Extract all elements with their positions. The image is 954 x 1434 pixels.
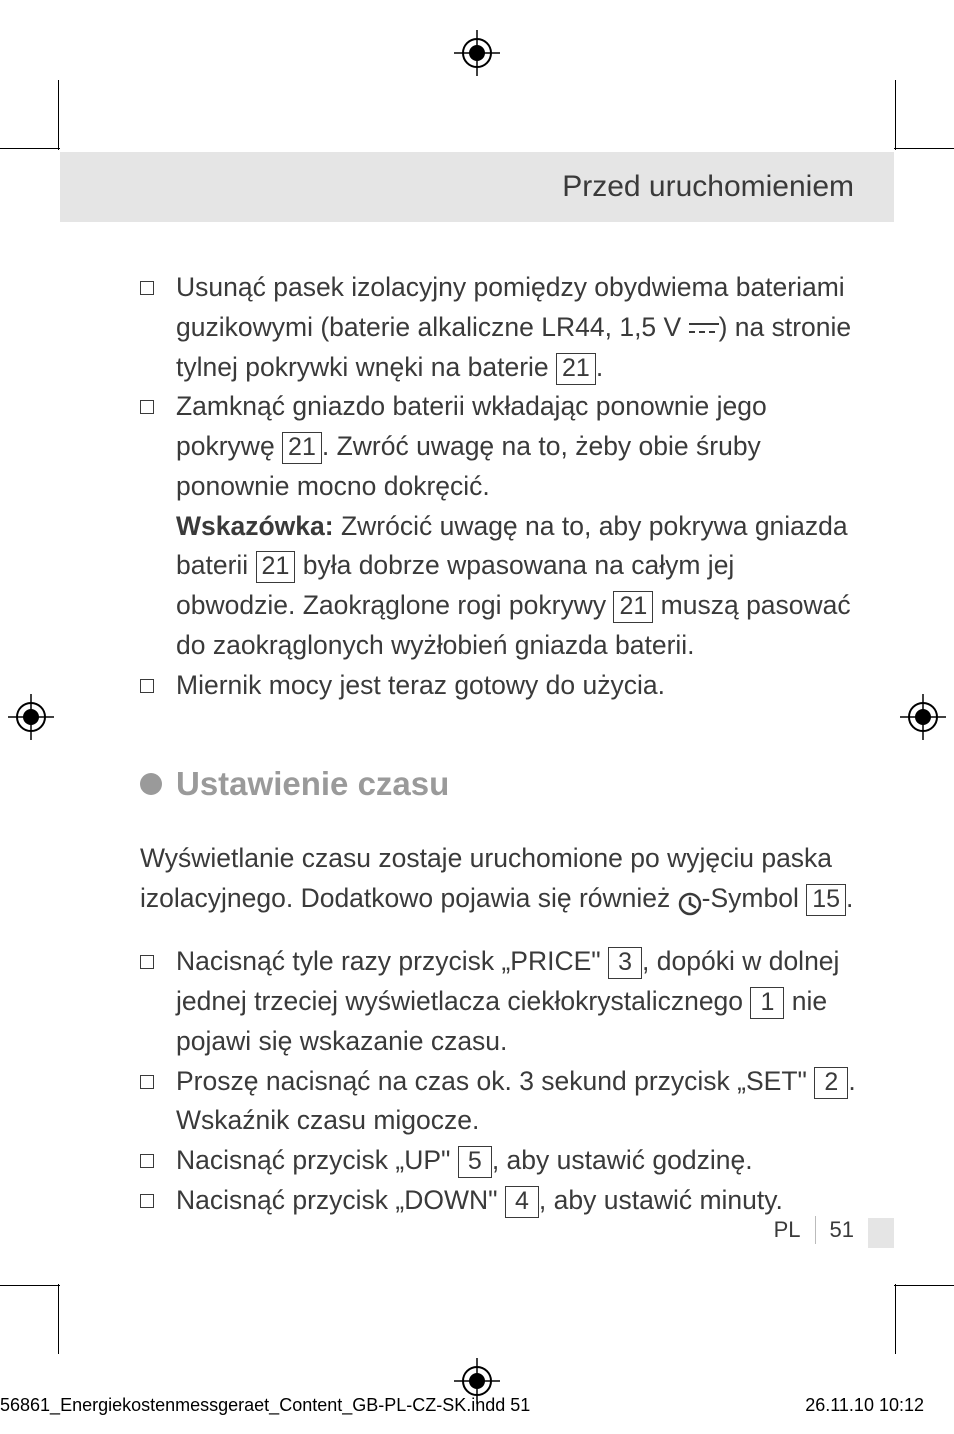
section-title: Ustawienie czasu — [176, 759, 449, 809]
section-heading: Ustawienie czasu — [140, 759, 860, 809]
ref-number: 15 — [806, 884, 846, 916]
ref-number: 2 — [814, 1067, 848, 1099]
text: . — [596, 352, 603, 382]
text: , aby ustawić godzinę. — [492, 1145, 753, 1175]
list-item: Nacisnąć tyle razy przycisk „PRICE" 3, d… — [140, 942, 860, 1061]
text: Nacisnąć przycisk „DOWN" — [176, 1185, 505, 1215]
page-number: 51 — [830, 1217, 854, 1243]
list-item: Zamknąć gniazdo baterii wkładając ponown… — [140, 387, 860, 665]
crop-mark — [58, 80, 59, 150]
list-item: Miernik mocy jest teraz gotowy do użycia… — [140, 666, 860, 706]
crop-mark — [895, 80, 896, 150]
text: Nacisnąć tyle razy przycisk „PRICE" — [176, 946, 608, 976]
list-item: Usunąć pasek izolacyjny pomiędzy obydwie… — [140, 268, 860, 387]
page-lang: PL — [774, 1217, 801, 1243]
page-content: Usunąć pasek izolacyjny pomiędzy obydwie… — [140, 268, 860, 1221]
ref-number: 21 — [613, 591, 653, 623]
registration-mark-icon — [8, 694, 54, 740]
text: , aby ustawić minuty. — [539, 1185, 783, 1215]
ref-number: 1 — [750, 987, 784, 1019]
text: Nacisnąć przycisk „UP" — [176, 1145, 458, 1175]
instruction-list-1: Usunąć pasek izolacyjny pomiędzy obydwie… — [140, 268, 860, 705]
text: -Symbol — [702, 883, 807, 913]
print-timestamp: 26.11.10 10:12 — [805, 1395, 924, 1416]
crop-mark — [894, 1285, 954, 1286]
ref-number: 4 — [505, 1186, 539, 1218]
paragraph: Wyświetlanie czasu zostaje uruchomione p… — [140, 839, 860, 919]
crop-mark — [58, 1284, 59, 1354]
bullet-icon — [140, 773, 162, 795]
instruction-list-2: Nacisnąć tyle razy przycisk „PRICE" 3, d… — [140, 942, 860, 1220]
dc-symbol-icon — [689, 323, 719, 335]
crop-mark — [0, 1285, 60, 1286]
registration-mark-icon — [900, 694, 946, 740]
crop-mark — [894, 148, 954, 149]
clock-icon — [678, 888, 702, 912]
page-edge-bar — [868, 1218, 894, 1248]
list-item: Nacisnąć przycisk „UP" 5, aby ustawić go… — [140, 1141, 860, 1181]
page-header-title: Przed uruchomieniem — [562, 170, 854, 204]
ref-number: 21 — [556, 353, 596, 385]
ref-number: 21 — [282, 432, 322, 464]
print-filename: 56861_Energiekostenmessgeraet_Content_GB… — [0, 1395, 530, 1416]
list-item: Proszę nacisnąć na czas ok. 3 sekund prz… — [140, 1062, 860, 1142]
ref-number: 3 — [608, 947, 642, 979]
text: . — [846, 883, 853, 913]
text: Proszę nacisnąć na czas ok. 3 sekund prz… — [176, 1066, 814, 1096]
text: Miernik mocy jest teraz gotowy do użycia… — [176, 670, 665, 700]
page-header: Przed uruchomieniem — [60, 152, 894, 222]
crop-mark — [0, 148, 60, 149]
separator — [815, 1216, 816, 1244]
ref-number: 5 — [458, 1146, 492, 1178]
crop-mark — [895, 1284, 896, 1354]
registration-mark-icon — [454, 30, 500, 76]
hint-label: Wskazówka: — [176, 511, 334, 541]
page-footer: PL 51 — [774, 1216, 854, 1244]
list-item: Nacisnąć przycisk „DOWN" 4, aby ustawić … — [140, 1181, 860, 1221]
ref-number: 21 — [256, 551, 296, 583]
